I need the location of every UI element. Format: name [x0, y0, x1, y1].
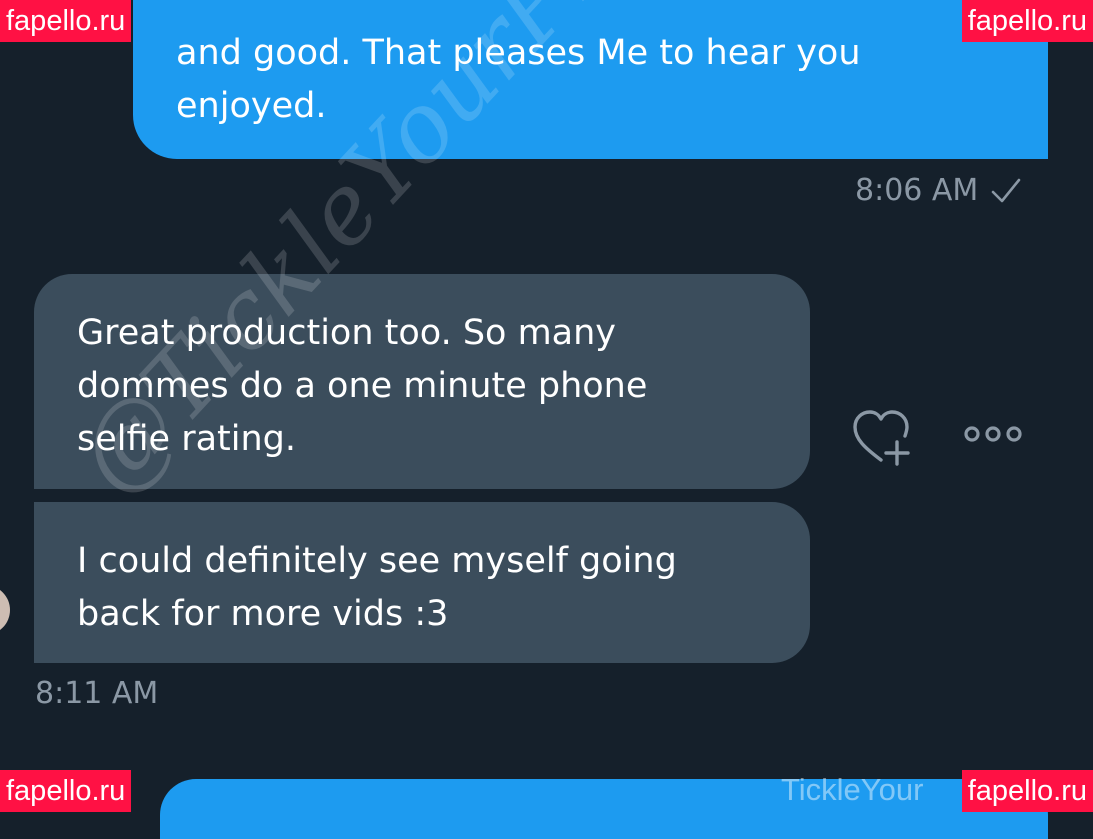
- message-text: I could definitely see myself going back…: [77, 541, 677, 634]
- outgoing-message-bubble[interactable]: and good. That pleases Me to hear you en…: [133, 0, 1048, 159]
- footer-watermark: TickleYour: [781, 772, 924, 807]
- message-text: Great production too. So many dommes do …: [77, 313, 648, 459]
- incoming-message-bubble[interactable]: I could definitely see myself going back…: [34, 502, 810, 663]
- check-icon: [992, 178, 1021, 202]
- heart-plus-icon[interactable]: [851, 408, 911, 466]
- more-options-icon[interactable]: [962, 420, 1024, 448]
- site-badge: fapello.ru: [0, 770, 132, 812]
- outgoing-timestamp: 8:06 AM: [855, 173, 1022, 208]
- message-text: and good. That pleases Me to hear you en…: [176, 33, 861, 126]
- site-badge: fapello.ru: [961, 0, 1093, 42]
- avatar[interactable]: [0, 585, 10, 635]
- incoming-timestamp: 8:11 AM: [35, 676, 159, 711]
- site-badge: fapello.ru: [961, 770, 1093, 812]
- incoming-message-bubble[interactable]: Great production too. So many dommes do …: [34, 274, 810, 489]
- site-badge: fapello.ru: [0, 0, 132, 42]
- timestamp-text: 8:06 AM: [855, 173, 979, 208]
